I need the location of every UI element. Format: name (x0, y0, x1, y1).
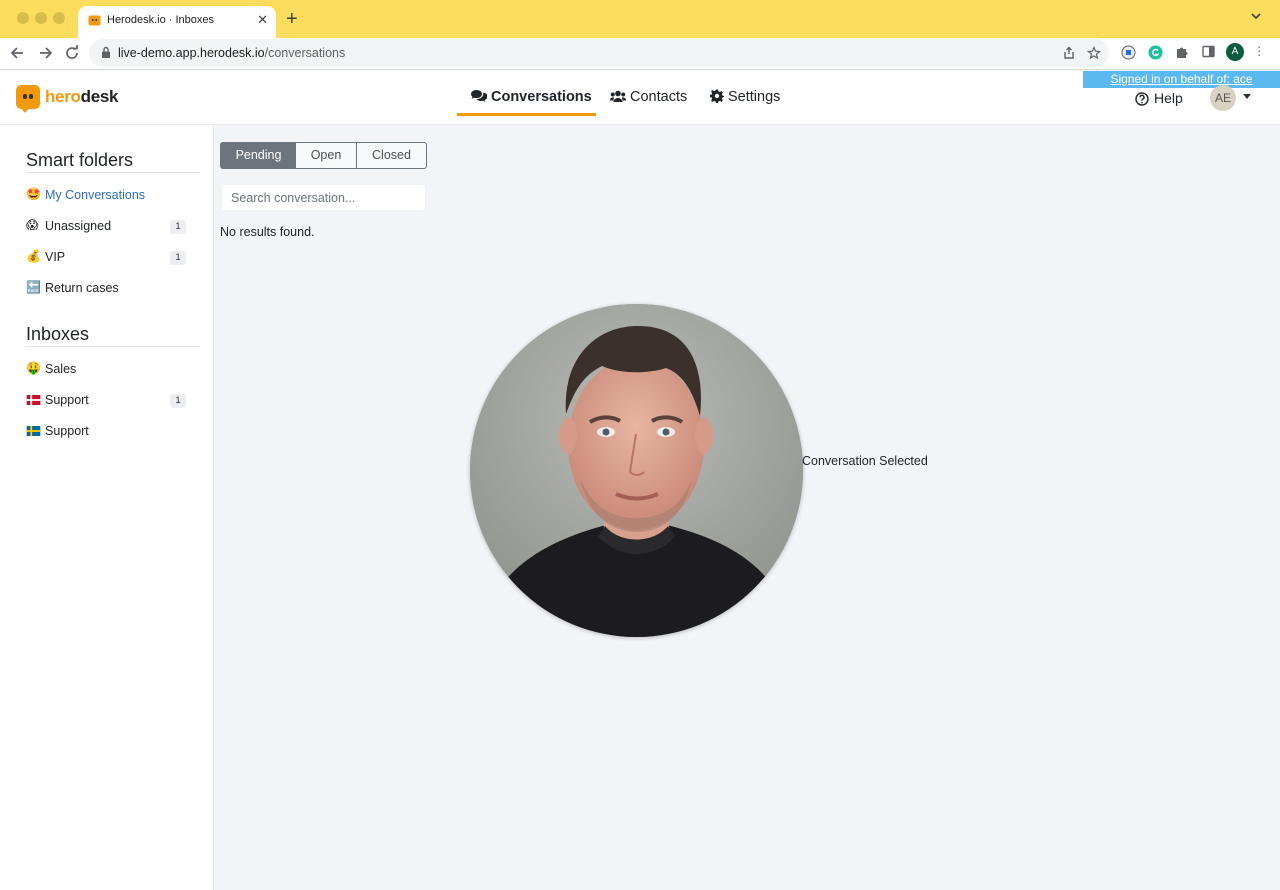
window-zoom-button[interactable] (53, 12, 65, 24)
address-bar[interactable]: live-demo.app.herodesk.io/conversations (89, 39, 1109, 67)
logo-text: herodesk (45, 87, 118, 107)
screaming-face-emoji-icon: 😱 (26, 218, 39, 232)
sidebar-item-vip[interactable]: 💰 VIP 1 (26, 248, 188, 270)
sidebar-item-label: Sales (45, 362, 77, 376)
forward-arrow-icon[interactable] (36, 44, 54, 62)
logo-text-hero: hero (45, 87, 81, 106)
url-path: /conversations (264, 46, 346, 60)
browser-menu-icon[interactable]: · · · (1257, 40, 1261, 61)
user-avatar[interactable]: AE (1210, 85, 1236, 111)
extensions-puzzle-icon[interactable] (1175, 45, 1189, 59)
logo-mark-icon (16, 85, 40, 113)
smart-folders-heading: Smart folders (26, 150, 134, 170)
tab-pending[interactable]: Pending (220, 142, 297, 169)
bookmark-star-icon[interactable] (1087, 46, 1101, 60)
sidebar-item-my-conversations[interactable]: 🤩 My Conversations (26, 186, 188, 208)
tab-search-chevron-icon[interactable] (1250, 10, 1262, 22)
presenter-webcam-image (470, 304, 803, 637)
money-mouth-emoji-icon: 🤑 (26, 361, 41, 375)
window-close-button[interactable] (17, 12, 29, 24)
inboxes-heading: Inboxes (26, 324, 90, 344)
tab-close-icon[interactable]: ✕ (257, 12, 268, 28)
nav-contacts[interactable]: Contacts (609, 89, 688, 105)
denmark-flag-icon (26, 395, 41, 405)
conversation-selected-label: Conversation Selected (802, 454, 928, 468)
browser-tab-bar: Herodesk.io · Inboxes ✕ + (0, 0, 1280, 38)
browser-tab-active[interactable]: Herodesk.io · Inboxes ✕ (78, 6, 276, 38)
sidebar-item-unassigned[interactable]: 😱 Unassigned 1 (26, 217, 188, 239)
sidebar-item-label: Unassigned (45, 219, 112, 233)
help-label: Help (1154, 90, 1183, 106)
comments-icon (471, 90, 488, 102)
browser-profile-avatar[interactable]: A (1226, 43, 1244, 61)
nav-settings-label: Settings (728, 89, 781, 105)
back-arrow-icon[interactable] (9, 44, 27, 62)
new-tab-icon[interactable]: + (286, 8, 298, 30)
nav-active-indicator (457, 113, 596, 116)
sidebar-item-label: Return cases (45, 281, 119, 295)
herodesk-favicon-icon (88, 15, 101, 26)
sidebar-item-label: Support (45, 424, 89, 438)
help-link[interactable]: Help (1135, 90, 1183, 106)
count-badge: 1 (170, 251, 186, 265)
nav-settings[interactable]: Settings (710, 89, 780, 105)
tab-open[interactable]: Open (296, 142, 357, 169)
no-results-message: No results found. (220, 225, 315, 239)
sidebar-item-label: Support (45, 393, 89, 407)
nav-conversations-label: Conversations (491, 89, 592, 105)
users-icon (609, 90, 627, 102)
sidebar-item-support-denmark[interactable]: Support 1 (26, 391, 188, 413)
gear-icon (710, 89, 724, 103)
sweden-flag-icon (26, 426, 41, 436)
url-host: live-demo.app.herodesk.io (118, 46, 265, 60)
sidebar-item-sales[interactable]: 🤑 Sales (26, 360, 188, 382)
browser-toolbar: live-demo.app.herodesk.io/conversations … (0, 38, 1280, 70)
nav-conversations[interactable]: Conversations (470, 89, 592, 105)
reload-icon[interactable] (63, 44, 81, 62)
lock-icon (102, 46, 110, 58)
window-minimize-button[interactable] (35, 12, 47, 24)
side-panel-icon[interactable] (1202, 45, 1215, 58)
sidebar: Smart folders 🤩 My Conversations 😱 Unass… (0, 125, 214, 890)
divider (26, 346, 200, 347)
tab-title: Herodesk.io · Inboxes (107, 14, 214, 26)
sidebar-item-label: My Conversations (45, 188, 146, 202)
webcam-video-bubble[interactable] (470, 304, 803, 637)
logo-text-desk: desk (80, 87, 119, 106)
extension-shield-icon[interactable] (1121, 45, 1136, 60)
count-badge: 1 (170, 394, 186, 408)
question-circle-icon (1135, 92, 1149, 106)
tab-closed[interactable]: Closed (356, 142, 427, 169)
count-badge: 1 (170, 220, 186, 234)
address-url: live-demo.app.herodesk.io/conversations (118, 46, 345, 60)
signed-in-on-behalf-banner[interactable]: Signed in on behalf of: ace (1083, 71, 1280, 88)
search-input[interactable] (221, 184, 426, 211)
grammarly-icon[interactable] (1148, 45, 1163, 60)
star-struck-emoji-icon: 🤩 (26, 187, 41, 201)
sidebar-item-return-cases[interactable]: 🔙 Return cases (26, 279, 188, 301)
back-arrow-emoji-icon: 🔙 (26, 280, 41, 294)
share-icon[interactable] (1062, 46, 1076, 60)
chevron-down-icon[interactable] (1243, 94, 1251, 99)
divider (26, 172, 200, 173)
sidebar-item-label: VIP (45, 250, 66, 264)
money-bag-emoji-icon: 💰 (26, 249, 41, 263)
sidebar-item-support-sweden[interactable]: Support (26, 422, 188, 444)
nav-contacts-label: Contacts (630, 89, 688, 105)
